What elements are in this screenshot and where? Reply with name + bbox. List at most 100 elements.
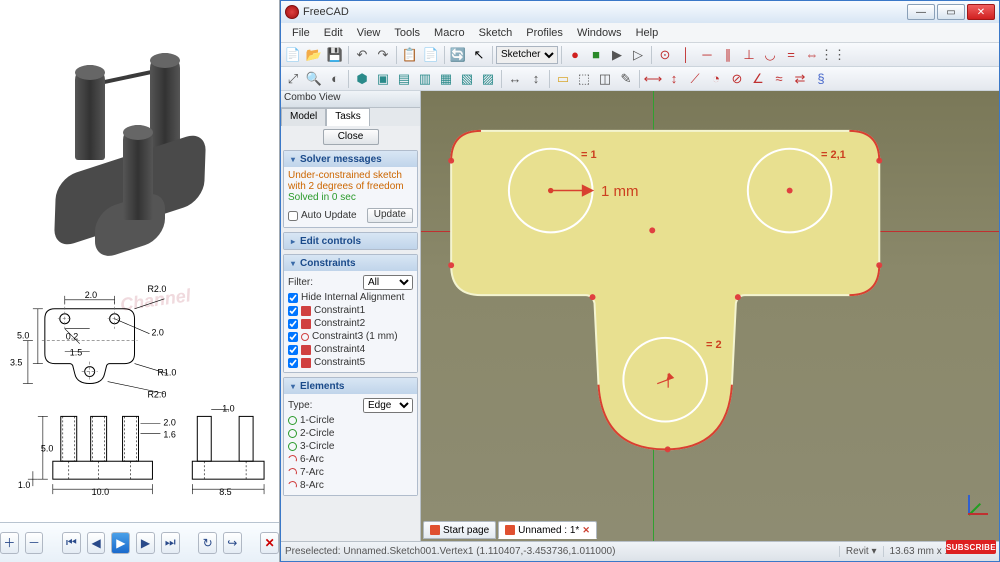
workbench-selector[interactable]: Sketcher (496, 46, 558, 64)
menu-sketch[interactable]: Sketch (472, 25, 520, 41)
zoom-in-button[interactable]: ＋ (0, 532, 19, 554)
reload-button[interactable]: ↻ (198, 532, 217, 554)
constraint-checkbox[interactable] (288, 358, 298, 368)
paste-icon[interactable]: 📄 (421, 45, 441, 65)
tangent-constraint-icon[interactable]: ◡ (760, 45, 780, 65)
constraint-item[interactable]: Constraint2 (288, 317, 413, 330)
task-close-button[interactable]: Close (323, 129, 379, 145)
zoom-icon[interactable]: 🔍 (304, 69, 324, 89)
stop-icon[interactable]: ■ (586, 45, 606, 65)
sketch-viewport[interactable]: 1 mm = 1 = 2,1 = 2 Start page Unnamed : … (421, 91, 999, 541)
filter-select[interactable]: All (363, 275, 413, 290)
tab-tasks[interactable]: Tasks (326, 108, 370, 126)
undo-icon[interactable]: ↶ (352, 45, 372, 65)
constraint-checkbox[interactable] (288, 319, 298, 329)
nav-cube[interactable] (965, 489, 991, 515)
menu-view[interactable]: View (350, 25, 388, 41)
status-revit[interactable]: Revit ▾ (839, 546, 883, 557)
play-macro-icon[interactable]: ▷ (628, 45, 648, 65)
part-tool-icon[interactable]: ⬚ (574, 69, 594, 89)
dim-rad-icon[interactable]: ◔ (706, 69, 726, 89)
element-item[interactable]: 2-Circle (288, 427, 413, 440)
constraint-item[interactable]: Constraint3 (1 mm) (288, 330, 413, 343)
zoom-fit-icon[interactable]: ⤢ (283, 69, 303, 89)
menu-help[interactable]: Help (629, 25, 666, 41)
elem-type-select[interactable]: Edge (363, 398, 413, 413)
new-icon[interactable]: 📄 (283, 45, 303, 65)
save-icon[interactable]: 💾 (325, 45, 345, 65)
subscribe-badge[interactable]: SUBSCRIBE (946, 540, 996, 554)
minimize-button[interactable]: — (907, 4, 935, 20)
update-button[interactable]: Update (367, 208, 413, 223)
iso-view-icon[interactable]: ⬢ (352, 69, 372, 89)
helix-icon[interactable]: § (811, 69, 831, 89)
bottom-view-icon[interactable]: ▧ (457, 69, 477, 89)
constraint-item[interactable]: Constraint4 (288, 343, 413, 356)
element-item[interactable]: 6-Arc (288, 453, 413, 466)
constraint-item[interactable]: Constraint5 (288, 356, 413, 369)
eq-label-3[interactable]: = 2 (706, 339, 722, 351)
step-icon[interactable]: ▶ (607, 45, 627, 65)
cursor-icon[interactable]: ↖ (469, 45, 489, 65)
record-icon[interactable]: ● (565, 45, 585, 65)
point-constraint-icon[interactable]: ⊙ (655, 45, 675, 65)
prev-button[interactable]: ◀ (87, 532, 106, 554)
menu-windows[interactable]: Windows (570, 25, 629, 41)
redo-icon[interactable]: ↷ (373, 45, 393, 65)
close-button[interactable]: ✕ (260, 532, 279, 554)
parallel-constraint-icon[interactable]: ∥ (718, 45, 738, 65)
constraint-item[interactable]: Constraint1 (288, 304, 413, 317)
dim-v-icon[interactable]: ↕ (664, 69, 684, 89)
menu-macro[interactable]: Macro (427, 25, 472, 41)
zoom-out-button[interactable]: － (25, 532, 44, 554)
part-box-icon[interactable]: ▭ (553, 69, 573, 89)
play-button[interactable]: ▶ (111, 532, 130, 554)
window-close-button[interactable]: ✕ (967, 4, 995, 20)
sketch-edit-icon[interactable]: ✎ (616, 69, 636, 89)
edit-controls-heading[interactable]: Edit controls (300, 236, 361, 247)
hide-internal-checkbox[interactable] (288, 293, 298, 303)
dim-len-icon[interactable]: ⟋ (685, 69, 705, 89)
refresh-icon[interactable]: 🔄 (448, 45, 468, 65)
element-item[interactable]: 7-Arc (288, 466, 413, 479)
menu-tools[interactable]: Tools (387, 25, 427, 41)
front-view-icon[interactable]: ▣ (373, 69, 393, 89)
dim-ang-icon[interactable]: ∠ (748, 69, 768, 89)
solver-heading[interactable]: Solver messages (300, 154, 382, 165)
redo-button[interactable]: ↪ (223, 532, 242, 554)
constraint-checkbox[interactable] (288, 345, 298, 355)
dim-h-icon[interactable]: ⟷ (643, 69, 663, 89)
constraints-heading[interactable]: Constraints (300, 258, 356, 269)
vertical-constraint-icon[interactable]: │ (676, 45, 696, 65)
maximize-button[interactable]: ▭ (937, 4, 965, 20)
measure-1-icon[interactable]: ↔ (505, 69, 525, 89)
eq-label-1[interactable]: = 1 (581, 149, 597, 161)
constraint-checkbox[interactable] (288, 306, 298, 316)
horizontal-constraint-icon[interactable]: ─ (697, 45, 717, 65)
right-view-icon[interactable]: ▥ (415, 69, 435, 89)
top-view-icon[interactable]: ▤ (394, 69, 414, 89)
measure-2-icon[interactable]: ↕ (526, 69, 546, 89)
last-button[interactable]: ⏭ (161, 532, 180, 554)
dim-dia-icon[interactable]: ⊘ (727, 69, 747, 89)
doc-tab-unnamed[interactable]: Unnamed : 1*✕ (498, 521, 597, 539)
pattern-icon[interactable]: ⋮⋮ (823, 45, 843, 65)
elements-heading[interactable]: Elements (300, 381, 344, 392)
element-item[interactable]: 8-Arc (288, 479, 413, 492)
equal-constraint-icon[interactable]: = (781, 45, 801, 65)
perpendicular-constraint-icon[interactable]: ⊥ (739, 45, 759, 65)
snell-icon[interactable]: ≈ (769, 69, 789, 89)
constraint-checkbox[interactable] (288, 332, 298, 342)
next-button[interactable]: ▶ (136, 532, 155, 554)
menu-edit[interactable]: Edit (317, 25, 350, 41)
element-item[interactable]: 3-Circle (288, 440, 413, 453)
menu-file[interactable]: File (285, 25, 317, 41)
menu-profiles[interactable]: Profiles (519, 25, 570, 41)
dimension-label[interactable]: 1 mm (601, 183, 639, 200)
draw-style-icon[interactable]: ◐ (325, 69, 345, 89)
doc-tab-start[interactable]: Start page (423, 521, 496, 539)
element-item[interactable]: 1-Circle (288, 414, 413, 427)
copy-icon[interactable]: 📋 (400, 45, 420, 65)
toggle-icon[interactable]: ⇄ (790, 69, 810, 89)
sketch-map-icon[interactable]: ◫ (595, 69, 615, 89)
